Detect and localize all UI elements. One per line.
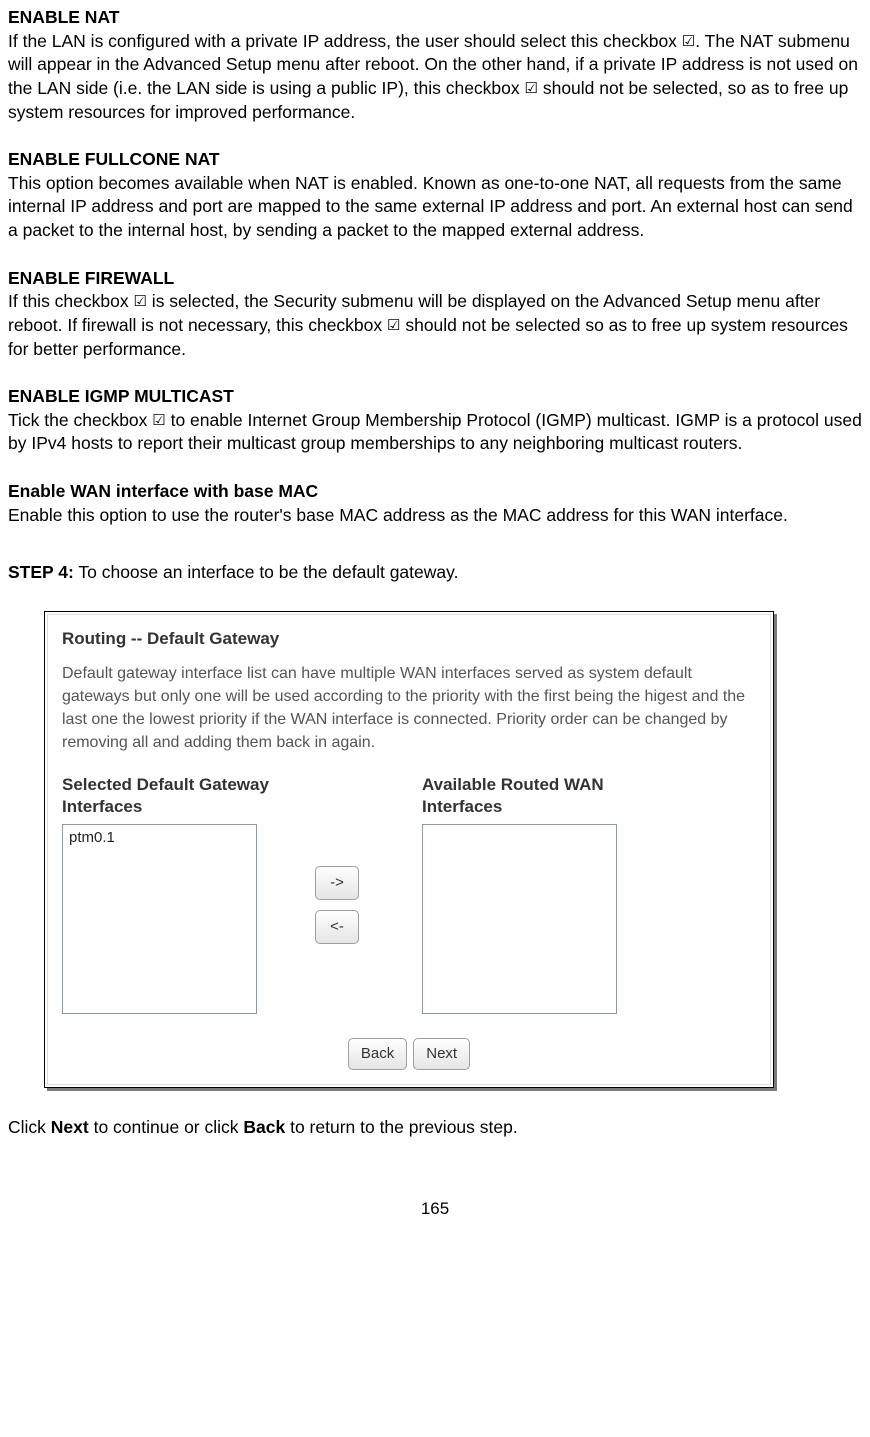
footer-back-word: Back	[243, 1117, 285, 1137]
firewall-text-a: If this checkbox	[8, 291, 133, 311]
footer-text-b: to continue or click	[89, 1117, 244, 1137]
footer-instruction: Click Next to continue or click Back to …	[8, 1116, 862, 1140]
nav-button-row: Back Next	[62, 1038, 756, 1070]
selected-column: Selected Default Gateway Interfaces ptm0…	[62, 774, 292, 1014]
list-item[interactable]: ptm0.1	[63, 825, 256, 851]
step-4-line: STEP 4: To choose an interface to be the…	[8, 561, 862, 585]
move-right-button[interactable]: ->	[315, 866, 359, 900]
gateway-panel: Routing -- Default Gateway Default gatew…	[47, 614, 771, 1085]
checkbox-glyph-icon: ☑	[387, 317, 400, 334]
available-column: Available Routed WAN Interfaces	[422, 774, 682, 1014]
available-heading: Available Routed WAN Interfaces	[422, 774, 682, 818]
page-number: 165	[8, 1198, 862, 1221]
checkbox-glyph-icon: ☑	[525, 80, 538, 97]
back-button[interactable]: Back	[348, 1038, 407, 1070]
checkbox-glyph-icon: ☑	[133, 293, 146, 310]
body-fullcone-nat: This option becomes available when NAT i…	[8, 172, 862, 243]
step-4-text: To choose an interface to be the default…	[74, 562, 459, 582]
available-gateway-listbox[interactable]	[422, 824, 617, 1014]
selected-heading: Selected Default Gateway Interfaces	[62, 774, 292, 818]
heading-base-mac: Enable WAN interface with base MAC	[8, 480, 862, 504]
nat-text-a: If the LAN is configured with a private …	[8, 31, 682, 51]
heading-fullcone-nat: ENABLE FULLCONE NAT	[8, 148, 862, 172]
panel-description: Default gateway interface list can have …	[62, 662, 756, 755]
checkbox-glyph-icon: ☑	[152, 412, 165, 429]
selected-gateway-listbox[interactable]: ptm0.1	[62, 824, 257, 1014]
body-igmp-multicast: Tick the checkbox ☑ to enable Internet G…	[8, 409, 862, 456]
heading-enable-nat: ENABLE NAT	[8, 6, 862, 30]
body-enable-firewall: If this checkbox ☑ is selected, the Secu…	[8, 290, 862, 361]
move-left-button[interactable]: <-	[315, 910, 359, 944]
next-button[interactable]: Next	[413, 1038, 470, 1070]
panel-title: Routing -- Default Gateway	[62, 627, 756, 652]
body-enable-nat: If the LAN is configured with a private …	[8, 30, 862, 125]
igmp-text-a: Tick the checkbox	[8, 410, 152, 430]
footer-text-a: Click	[8, 1117, 51, 1137]
footer-next-word: Next	[51, 1117, 89, 1137]
arrow-buttons-column: -> <-	[292, 866, 382, 944]
gateway-panel-frame: Routing -- Default Gateway Default gatew…	[44, 611, 774, 1088]
checkbox-glyph-icon: ☑	[682, 33, 695, 50]
body-base-mac: Enable this option to use the router's b…	[8, 504, 862, 528]
heading-enable-firewall: ENABLE FIREWALL	[8, 267, 862, 291]
step-4-label: STEP 4:	[8, 562, 74, 582]
gateway-columns: Selected Default Gateway Interfaces ptm0…	[62, 774, 756, 1014]
footer-text-c: to return to the previous step.	[285, 1117, 518, 1137]
heading-igmp-multicast: ENABLE IGMP MULTICAST	[8, 385, 862, 409]
